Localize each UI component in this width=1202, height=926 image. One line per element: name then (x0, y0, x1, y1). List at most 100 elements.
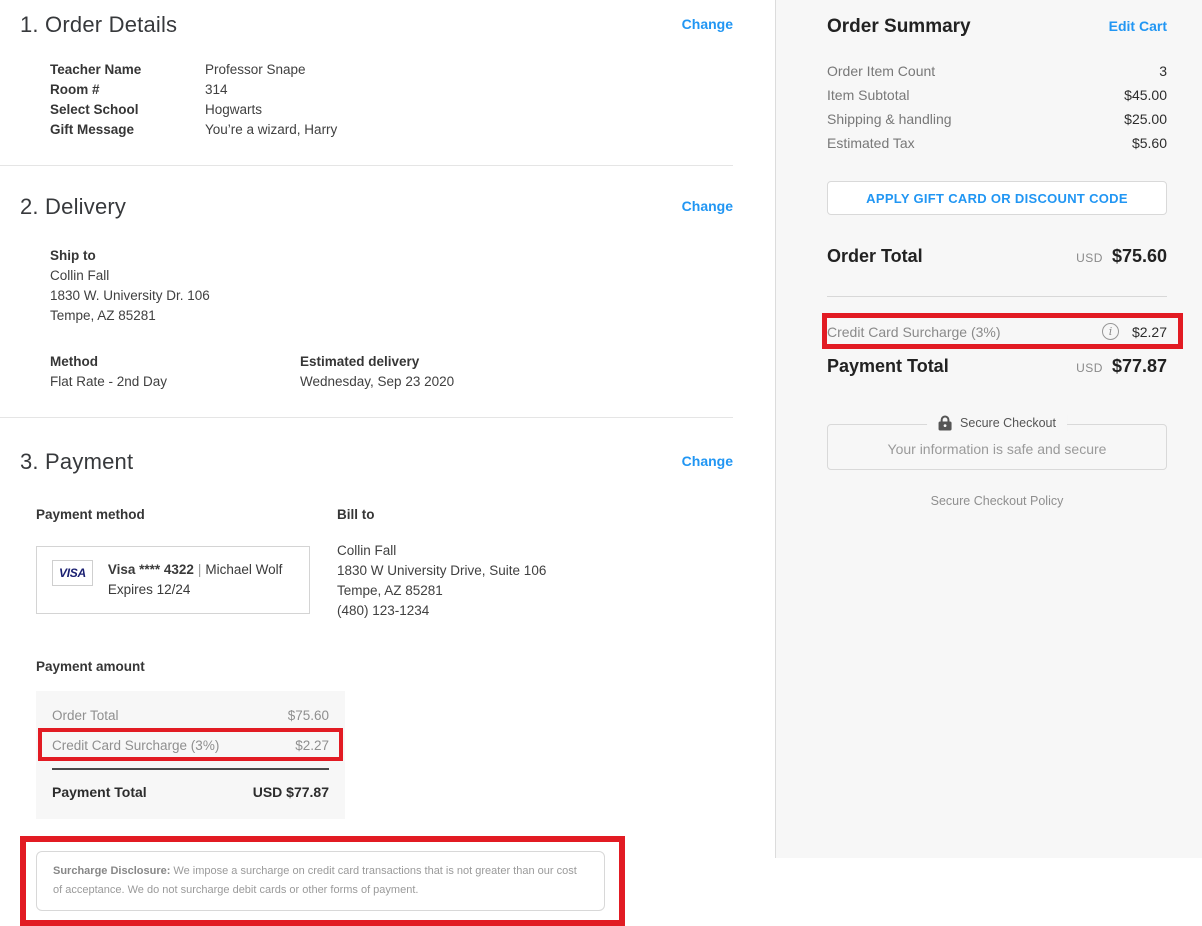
bill-to-street: 1830 W University Drive, Suite 106 (337, 561, 546, 581)
payment-method-column: Payment method VISA Visa **** 4322|Micha… (36, 505, 337, 621)
payment-total-row: Payment Total USD $77.87 (827, 356, 1167, 377)
payment-amount-table: Order Total $75.60 Credit Card Surcharge… (36, 691, 345, 819)
field-label: Select School (50, 100, 205, 120)
delivery-header: 2. Delivery Change (20, 194, 733, 220)
field-value: 314 (205, 80, 228, 100)
disclosure-title: Surcharge Disclosure: (53, 865, 170, 877)
amount-value: USD $77.87 (253, 784, 329, 800)
secure-checkout-message: Your information is safe and secure (888, 441, 1107, 457)
estimated-delivery-value: Wednesday, Sep 23 2020 (300, 372, 550, 392)
order-details-change-link[interactable]: Change (682, 16, 733, 32)
order-total-value: $75.60 (1112, 246, 1167, 267)
payment-change-link[interactable]: Change (682, 453, 733, 469)
field-label: Room # (50, 80, 205, 100)
order-details-fields: Teacher Name Professor Snape Room # 314 … (50, 60, 733, 140)
delivery-change-link[interactable]: Change (682, 198, 733, 214)
payment-title: 3. Payment (20, 449, 133, 475)
estimated-delivery-column: Estimated delivery Wednesday, Sep 23 202… (300, 352, 550, 392)
summary-value: $45.00 (1124, 83, 1167, 107)
summary-value: $5.60 (1132, 131, 1167, 155)
payment-total-label: Payment Total (827, 356, 949, 377)
section-divider (0, 165, 733, 166)
amount-value: $75.60 (288, 708, 329, 723)
field-row-room: Room # 314 (50, 80, 733, 100)
order-summary-panel: Order Summary Edit Cart Order Item Count… (775, 0, 1202, 858)
card-expiry: Expires 12/24 (108, 580, 283, 600)
info-icon[interactable]: i (1102, 323, 1119, 340)
ship-to-street: 1830 W. University Dr. 106 (50, 286, 733, 306)
currency-code: USD (1076, 361, 1103, 375)
highlight-red-box: Surcharge Disclosure: We impose a surcha… (20, 836, 625, 926)
payment-total-amount: USD $77.87 (1076, 356, 1167, 377)
summary-label: Estimated Tax (827, 131, 915, 155)
payment-amount-label: Payment amount (36, 657, 733, 677)
bill-to-address: Collin Fall 1830 W University Drive, Sui… (337, 541, 546, 621)
lock-icon (938, 415, 952, 431)
amount-row-order-total: Order Total $75.60 (52, 702, 329, 730)
amount-row-payment-total: Payment Total USD $77.87 (52, 770, 329, 806)
secure-checkout-box: Secure Checkout Your information is safe… (827, 424, 1167, 470)
method-column: Method Flat Rate - 2nd Day (50, 352, 300, 392)
order-summary-rows: Order Item Count 3 Item Subtotal $45.00 … (827, 59, 1167, 155)
order-total-label: Order Total (827, 246, 923, 267)
payment-total-value: $77.87 (1112, 356, 1167, 377)
field-value: You’re a wizard, Harry (205, 120, 337, 140)
summary-row-shipping: Shipping & handling $25.00 (827, 107, 1167, 131)
bill-to-name: Collin Fall (337, 541, 546, 561)
ship-to-city: Tempe, AZ 85281 (50, 306, 733, 326)
summary-row-tax: Estimated Tax $5.60 (827, 131, 1167, 155)
delivery-method-columns: Method Flat Rate - 2nd Day Estimated del… (50, 352, 733, 392)
method-label: Method (50, 352, 300, 372)
bill-to-label: Bill to (337, 505, 546, 525)
field-row-teacher-name: Teacher Name Professor Snape (50, 60, 733, 80)
field-value: Hogwarts (205, 100, 262, 120)
amount-label: Payment Total (52, 784, 147, 800)
payment-columns: Payment method VISA Visa **** 4322|Micha… (36, 505, 733, 621)
delivery-title: 2. Delivery (20, 194, 126, 220)
bill-to-city: Tempe, AZ 85281 (337, 581, 546, 601)
saved-card: VISA Visa **** 4322|Michael Wolf Expires… (36, 546, 310, 614)
order-summary-header: Order Summary Edit Cart (827, 16, 1167, 38)
amount-row-surcharge: Credit Card Surcharge (3%) $2.27 (52, 732, 329, 759)
field-row-school: Select School Hogwarts (50, 100, 733, 120)
summary-label: Shipping & handling (827, 107, 952, 131)
apply-gift-card-button[interactable]: APPLY GIFT CARD OR DISCOUNT CODE (827, 181, 1167, 215)
payment-method-label: Payment method (36, 505, 337, 525)
secure-checkout-policy-link[interactable]: Secure Checkout Policy (827, 494, 1167, 508)
card-number: Visa **** 4322 (108, 562, 194, 577)
ship-to-block: Ship to Collin Fall 1830 W. University D… (50, 246, 733, 326)
bill-to-phone: (480) 123-1234 (337, 601, 546, 621)
summary-value: $25.00 (1124, 107, 1167, 131)
ship-to-name: Collin Fall (50, 266, 733, 286)
card-holder: Michael Wolf (205, 562, 282, 577)
order-details-title: 1. Order Details (20, 12, 177, 38)
surcharge-label: Credit Card Surcharge (3%) (827, 324, 1001, 340)
currency-code: USD (1076, 251, 1103, 265)
bill-to-column: Bill to Collin Fall 1830 W University Dr… (337, 505, 546, 621)
card-details: Visa **** 4322|Michael Wolf Expires 12/2… (108, 560, 283, 600)
panel-divider (827, 296, 1167, 297)
surcharge-row: Credit Card Surcharge (3%) i $2.27 (827, 323, 1167, 340)
field-label: Teacher Name (50, 60, 205, 80)
surcharge-value: $2.27 (1132, 324, 1167, 340)
field-value: Professor Snape (205, 60, 306, 80)
order-details-header: 1. Order Details Change (20, 12, 733, 38)
surcharge-amount-group: i $2.27 (1102, 323, 1167, 340)
summary-value: 3 (1159, 59, 1167, 83)
secure-checkout-label: Secure Checkout (960, 416, 1056, 430)
section-divider (0, 417, 733, 418)
field-row-gift-message: Gift Message You’re a wizard, Harry (50, 120, 733, 140)
amount-label: Credit Card Surcharge (3%) (52, 738, 219, 753)
field-label: Gift Message (50, 120, 205, 140)
order-total-row: Order Total USD $75.60 (827, 246, 1167, 267)
method-value: Flat Rate - 2nd Day (50, 372, 300, 392)
ship-to-label: Ship to (50, 246, 733, 266)
card-separator: | (194, 562, 206, 577)
visa-logo: VISA (52, 560, 93, 586)
amount-value: $2.27 (295, 738, 329, 753)
estimated-delivery-label: Estimated delivery (300, 352, 550, 372)
checkout-main-column: 1. Order Details Change Teacher Name Pro… (0, 0, 775, 858)
secure-checkout-badge: Secure Checkout (927, 415, 1067, 431)
edit-cart-link[interactable]: Edit Cart (1109, 18, 1167, 34)
surcharge-disclosure: Surcharge Disclosure: We impose a surcha… (36, 851, 605, 911)
